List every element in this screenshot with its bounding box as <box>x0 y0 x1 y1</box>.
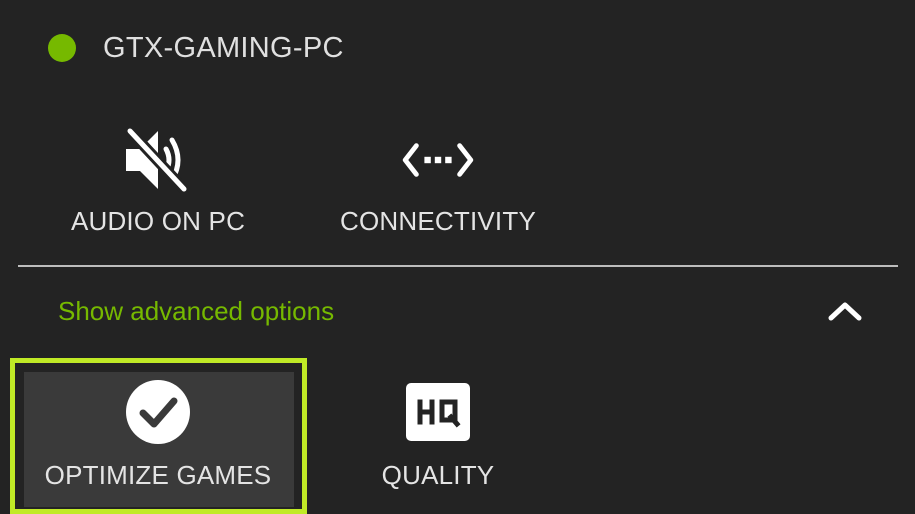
connectivity-label: CONNECTIVITY <box>340 206 536 236</box>
checkmark-circle-icon <box>126 380 190 444</box>
audio-on-pc-button[interactable]: AUDIO ON PC <box>58 124 258 237</box>
show-advanced-options-toggle[interactable]: Show advanced options <box>58 290 863 332</box>
pc-header: GTX-GAMING-PC <box>48 28 344 68</box>
quality-label: QUALITY <box>381 460 495 490</box>
section-divider <box>18 265 898 267</box>
optimize-games-label: OPTIMIZE GAMES <box>44 460 272 490</box>
speaker-muted-icon <box>122 124 194 196</box>
optimize-games-button[interactable]: OPTIMIZE GAMES <box>20 380 296 491</box>
pc-name: GTX-GAMING-PC <box>103 31 344 64</box>
audio-on-pc-label: AUDIO ON PC <box>70 206 246 236</box>
quality-button[interactable]: QUALITY <box>338 380 538 491</box>
show-advanced-options-label: Show advanced options <box>58 295 335 326</box>
hq-icon <box>406 380 470 444</box>
connectivity-icon <box>402 124 474 196</box>
chevron-up-icon[interactable] <box>827 299 863 323</box>
connectivity-button[interactable]: CONNECTIVITY <box>328 124 548 237</box>
status-indicator <box>48 34 76 62</box>
